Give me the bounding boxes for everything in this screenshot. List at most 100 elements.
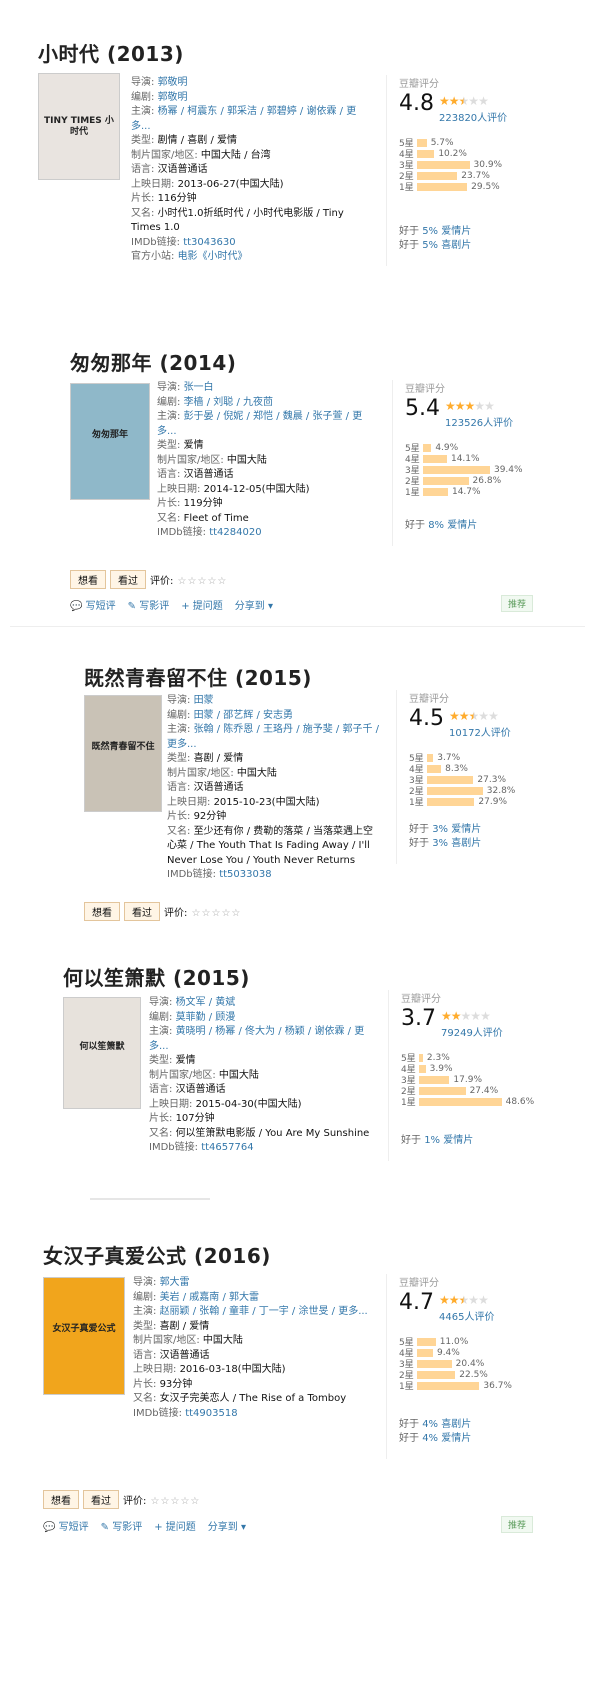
movie-title[interactable]: 小时代 (2013) (38, 38, 184, 67)
movie-poster[interactable]: 匆匆那年 (70, 383, 150, 500)
info-link[interactable]: 赵丽颖 / 张翰 / 童菲 / 丁一宇 / 涂世旻 / 更多... (160, 1306, 368, 1317)
info-value: 2013-06-27(中国大陆) (177, 178, 284, 190)
write-short-review-link[interactable]: 💬 写短评 (70, 601, 116, 612)
better-percent-link[interactable]: 3% (432, 838, 448, 849)
write-review-link[interactable]: ✎ 写影评 (101, 1522, 143, 1533)
share-dropdown[interactable]: 分享到 ▾ (208, 1522, 246, 1533)
ask-question-link[interactable]: + 提问题 (181, 601, 223, 612)
better-percent-link[interactable]: 1% (424, 1135, 440, 1146)
info-link[interactable]: tt3043630 (183, 237, 235, 248)
movie-title[interactable]: 何以笙箫默 (2015) (63, 962, 250, 991)
distribution-percent: 4.9% (435, 442, 459, 453)
info-link[interactable]: tt5033038 (219, 869, 271, 880)
movie-title[interactable]: 既然青春留不住 (2015) (84, 662, 312, 691)
info-link[interactable]: 张翰 / 陈乔恩 / 王珞丹 / 施予斐 / 郭子千 / 更多... (167, 724, 379, 750)
write-review-link[interactable]: ✎ 写影评 (128, 601, 170, 612)
info-link[interactable]: tt4903518 (185, 1408, 237, 1419)
distribution-row: 5星 11.0% (399, 1336, 539, 1349)
distribution-bar (417, 160, 470, 169)
star-icon: ★ (484, 399, 495, 413)
better-percent-link[interactable]: 8% (428, 520, 444, 531)
watched-button[interactable]: 看过 (83, 1490, 119, 1509)
info-row: 编剧: 田蒙 / 邵艺辉 / 安志勇 (167, 709, 382, 724)
info-link[interactable]: 美岩 / 戚嘉南 / 郭大雷 (160, 1292, 259, 1303)
info-link[interactable]: tt4657764 (201, 1142, 253, 1153)
movie-title[interactable]: 匆匆那年 (2014) (70, 347, 236, 376)
rating-votes-link[interactable]: 79249人评价 (441, 1024, 503, 1039)
info-link[interactable]: 郭敬明 (158, 92, 188, 103)
better-genre-link[interactable]: 爱情片 (447, 520, 477, 531)
want-to-watch-button[interactable]: 想看 (84, 902, 120, 921)
distribution-bar (417, 1359, 452, 1368)
info-link[interactable]: 彭于晏 / 倪妮 / 郑恺 / 魏晨 / 张子萱 / 更多... (157, 411, 362, 437)
info-label: 导演: (157, 382, 184, 393)
info-link[interactable]: 郭大雷 (160, 1277, 190, 1288)
star-icon: ★ (448, 94, 460, 108)
info-row: 又名: 何以笙箫默电影版 / You Are My Sunshine (149, 1127, 374, 1142)
ask-question-link[interactable]: + 提问题 (154, 1522, 196, 1533)
better-genre-link[interactable]: 爱情片 (443, 1135, 473, 1146)
info-link[interactable]: 莫菲勤 / 顾漫 (176, 1012, 236, 1023)
better-genre-link[interactable]: 喜剧片 (451, 838, 481, 849)
distribution-bar (417, 1337, 436, 1346)
better-percent-link[interactable]: 4% (422, 1433, 438, 1444)
plus-icon: + (181, 601, 193, 612)
rating-stars: ★★★★★ (441, 1009, 491, 1023)
info-link[interactable]: 李樯 / 刘聪 / 九夜茴 (184, 397, 273, 408)
rating-votes-link[interactable]: 4465人评价 (439, 1308, 494, 1323)
distribution-bar (427, 786, 483, 795)
info-link[interactable]: 黄晓明 / 杨幂 / 佟大为 / 杨颖 / 谢依霖 / 更多... (149, 1026, 364, 1052)
rating-votes-link[interactable]: 223820人评价 (439, 109, 507, 124)
info-label: 语言: (133, 1349, 160, 1361)
rating-distribution: 5星 11.0% 4星 9.4% 3星 20.4% 2星 22.5% 1星 36.7% (399, 1336, 539, 1393)
movie-poster[interactable]: TINY TIMES 小时代 (38, 73, 120, 180)
info-row: 片长: 107分钟 (149, 1112, 374, 1127)
info-row: 官方小站: 电影《小时代》 (131, 250, 372, 265)
info-link[interactable]: 田蒙 (194, 695, 214, 706)
info-value: 107分钟 (175, 1113, 215, 1124)
star-icon: ★ (460, 1009, 472, 1023)
distribution-percent: 5.7% (430, 137, 454, 148)
better-genre-link[interactable]: 爱情片 (441, 1433, 471, 1444)
info-row: 主演: 杨幂 / 柯震东 / 郭采洁 / 郭碧婷 / 谢依霖 / 更多... (131, 105, 372, 134)
share-dropdown[interactable]: 分享到 ▾ (235, 601, 273, 612)
rating-votes-link[interactable]: 123526人评价 (445, 414, 513, 429)
distribution-row: 4星 3.9% (401, 1063, 541, 1076)
info-link[interactable]: 杨文军 / 黄斌 (176, 997, 236, 1008)
info-link[interactable]: 郭敬明 (158, 77, 188, 88)
watched-button[interactable]: 看过 (124, 902, 160, 921)
want-to-watch-button[interactable]: 想看 (43, 1490, 79, 1509)
rating-score: 5.4 (405, 396, 440, 421)
rate-stars-input[interactable]: ☆☆☆☆☆ (187, 908, 241, 919)
info-link[interactable]: 田蒙 / 邵艺辉 / 安志勇 (194, 710, 293, 721)
info-label: 又名: (131, 207, 158, 219)
rate-label: 评价: (150, 576, 174, 587)
info-label: 语言: (149, 1084, 176, 1095)
info-value: 中国大陆 (218, 1069, 259, 1081)
info-row: 上映日期: 2014-12-05(中国大陆) (157, 483, 378, 498)
watched-button[interactable]: 看过 (110, 570, 146, 589)
movie-poster[interactable]: 何以笙箫默 (63, 997, 141, 1109)
info-link[interactable]: tt4284020 (209, 527, 261, 538)
movie-poster[interactable]: 既然青春留不住 (84, 695, 162, 812)
info-row: 导演: 张一白 (157, 381, 378, 396)
distribution-percent: 10.2% (438, 148, 467, 159)
better-genre-link[interactable]: 喜剧片 (441, 240, 471, 251)
rating-votes-link[interactable]: 10172人评价 (449, 724, 511, 739)
distribution-bar (423, 465, 490, 474)
rate-stars-input[interactable]: ☆☆☆☆☆ (173, 576, 227, 587)
rate-stars-input[interactable]: ☆☆☆☆☆ (146, 1496, 200, 1507)
movie-title[interactable]: 女汉子真爱公式 (2016) (43, 1240, 271, 1269)
better-than-line: 好于 3% 爱情片 (409, 820, 481, 835)
info-link[interactable]: 电影《小时代》 (178, 251, 248, 262)
better-percent-link[interactable]: 5% (422, 240, 438, 251)
info-link[interactable]: 张一白 (184, 382, 214, 393)
want-to-watch-button[interactable]: 想看 (70, 570, 106, 589)
recommend-button[interactable]: 推荐 (500, 595, 533, 612)
info-link[interactable]: 杨幂 / 柯震东 / 郭采洁 / 郭碧婷 / 谢依霖 / 更多... (131, 106, 356, 132)
distribution-bar (427, 753, 434, 762)
recommend-button[interactable]: 推荐 (500, 1516, 533, 1533)
write-short-review-link[interactable]: 💬 写短评 (43, 1522, 89, 1533)
rating-distribution: 5星 2.3% 4星 3.9% 3星 17.9% 2星 27.4% 1星 48.6% (401, 1052, 541, 1109)
movie-poster[interactable]: 女汉子真爱公式 (43, 1277, 125, 1395)
